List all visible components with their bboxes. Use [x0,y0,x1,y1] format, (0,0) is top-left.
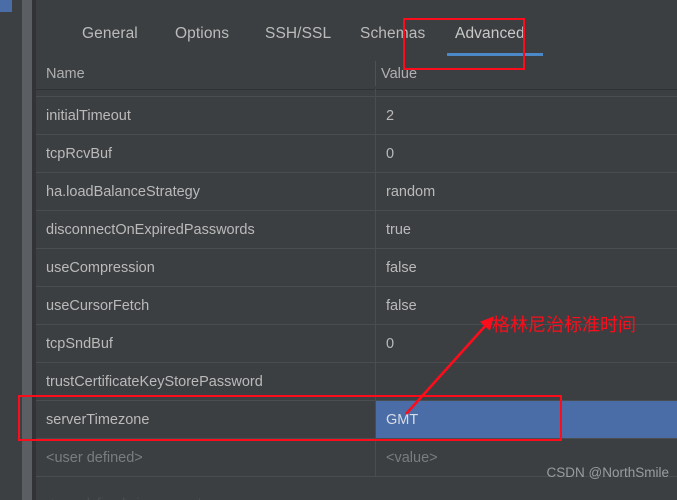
tab-options[interactable]: Options [175,24,229,44]
advanced-properties-table: Name Value initialTimeout 2 tcpRcvBuf 0 ha.l… [36,58,677,500]
watermark-text: CSDN @NorthSmile [546,465,669,480]
table-row[interactable]: useCompression false [36,249,677,287]
table-row[interactable]: initialTimeout 2 [36,97,677,135]
cell-property-name[interactable]: tcpRcvBuf [36,135,375,172]
cell-property-name[interactable]: useCursorFetch [36,287,375,324]
column-header-value[interactable]: Value [381,65,417,83]
table-row[interactable]: tcpRcvBuf 0 [36,135,677,173]
cell-property-value[interactable] [376,363,677,400]
table-empty-area: <user defined> is a property [36,477,677,500]
cell-property-value[interactable]: 0 [376,135,677,172]
cell-property-name[interactable]: serverTimezone [36,401,375,438]
cell-property-name[interactable]: <user defined> [36,439,375,476]
cell-property-name[interactable]: tcpSndBuf [36,325,375,362]
table-row[interactable]: serverTimezone GMT [36,401,677,439]
app-root: General Options SSH/SSL Schemas Advanced… [0,0,677,500]
table-header-row: Name Value [36,58,677,90]
tab-advanced[interactable]: Advanced [455,24,525,44]
table-row[interactable]: ha.loadBalanceStrategy random [36,173,677,211]
tab-ssh-ssl[interactable]: SSH/SSL [265,24,331,44]
cell-property-name[interactable]: trustCertificateKeyStorePassword [36,363,375,400]
active-tab-underline [447,53,543,56]
cell-property-value[interactable]: 2 [376,97,677,134]
settings-tabbar: General Options SSH/SSL Schemas Advanced [36,0,677,59]
cell-property-name[interactable]: useCompression [36,249,375,286]
column-resize-handle[interactable] [375,61,376,86]
annotation-note-text: 格林尼治标准时间 [492,315,636,336]
cell-property-value[interactable]: false [376,249,677,286]
table-row[interactable]: disconnectOnExpiredPasswords true [36,211,677,249]
cell-property-name[interactable] [36,89,375,96]
table-tail-hint: <user defined> is a property [46,495,208,500]
cell-property-value[interactable]: true [376,211,677,248]
tab-schemas[interactable]: Schemas [360,24,425,44]
data-source-settings-panel: General Options SSH/SSL Schemas Advanced… [36,0,677,500]
cell-property-name[interactable]: ha.loadBalanceStrategy [36,173,375,210]
selection-chip-icon [0,0,12,12]
column-header-name[interactable]: Name [46,65,85,83]
cell-property-name[interactable]: disconnectOnExpiredPasswords [36,211,375,248]
cell-property-value[interactable]: GMT [376,401,677,438]
table-row[interactable] [36,89,677,97]
panel-divider-handle[interactable] [22,0,32,500]
ide-left-gutter [0,0,22,500]
tab-general[interactable]: General [82,24,138,44]
table-body: initialTimeout 2 tcpRcvBuf 0 ha.loadBalanceS… [36,89,677,500]
cell-property-value[interactable] [376,89,677,96]
table-row[interactable]: trustCertificateKeyStorePassword [36,363,677,401]
cell-property-name[interactable]: initialTimeout [36,97,375,134]
cell-property-value[interactable]: random [376,173,677,210]
